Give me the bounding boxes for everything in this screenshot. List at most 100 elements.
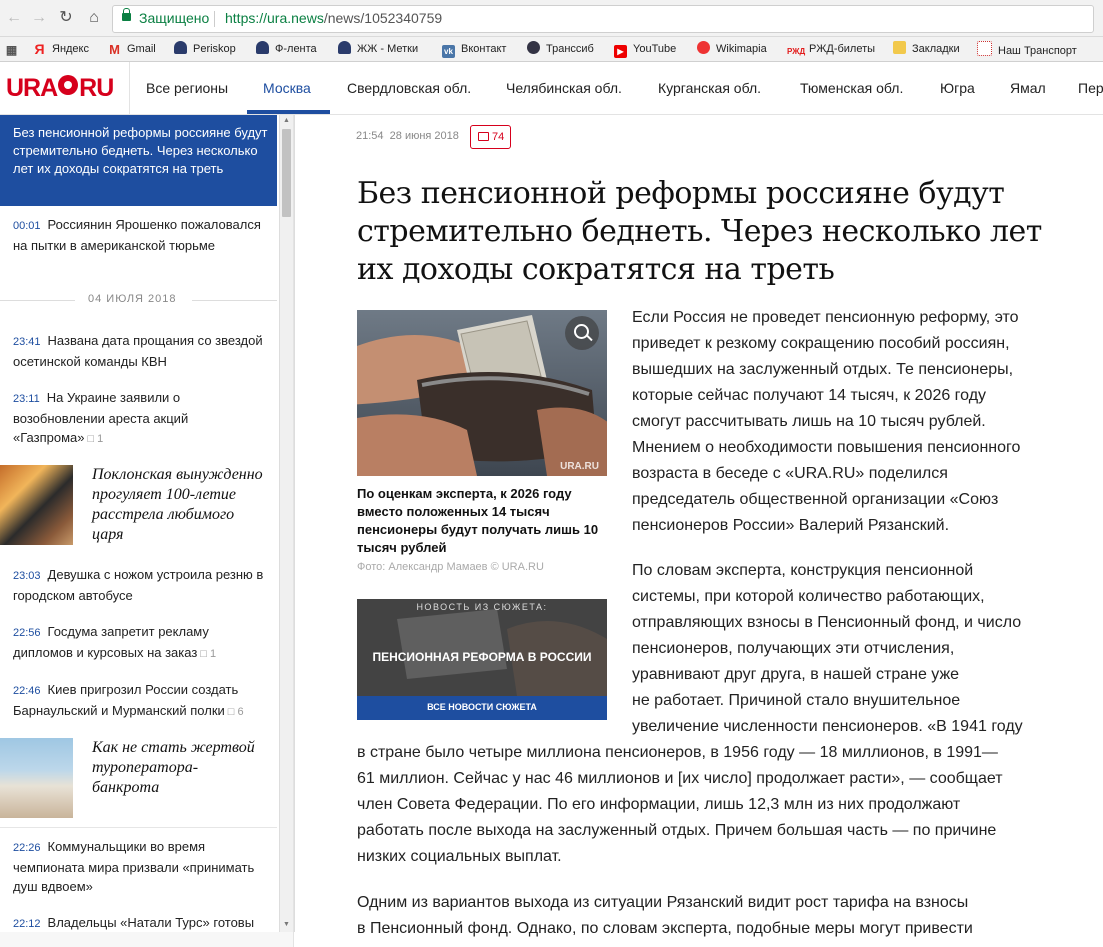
feature-image xyxy=(0,738,73,818)
paragraph-line: Если Россия не проведет пенсионную рефор… xyxy=(632,309,1019,326)
bookmark-gmail[interactable]: M Gmail xyxy=(108,41,156,57)
region-tab-yugra[interactable]: Югра xyxy=(940,80,975,96)
logo-divider xyxy=(129,62,130,114)
forward-icon[interactable]: → xyxy=(29,8,49,28)
feed-item-title: Госдума запретит рекламу дипломов и курс… xyxy=(13,624,209,660)
story-kicker: НОВОСТЬ ИЗ СЮЖЕТА: xyxy=(416,602,548,612)
all-story-news-link[interactable]: ВСЕ НОВОСТИ СЮЖЕТА xyxy=(357,696,607,720)
logo-ball-icon xyxy=(58,75,79,95)
scroll-down-icon[interactable]: ▼ xyxy=(283,921,290,928)
site-logo[interactable]: URA RU xyxy=(6,74,114,103)
region-tab-chelyabinsk[interactable]: Челябинская обл. xyxy=(506,80,622,96)
comments-count: 74 xyxy=(492,131,505,143)
region-tab-tyumen[interactable]: Тюменская обл. xyxy=(800,80,903,96)
wikimapia-icon xyxy=(697,41,710,54)
region-tab-moscow[interactable]: Москва xyxy=(263,80,311,96)
article-timestamp: 21:54 28 июня 2018 xyxy=(356,130,459,142)
bookmark-vk[interactable]: vk Вконтакт xyxy=(442,41,506,58)
scroll-up-icon[interactable]: ▲ xyxy=(283,117,290,124)
paragraph-line: приведет к резкому сокращению пособий ро… xyxy=(632,335,1010,352)
bookmark-rzd[interactable]: РЖД РЖД-билеты xyxy=(787,41,875,57)
bookmark-label: YouTube xyxy=(633,43,677,55)
reload-icon[interactable]: ↻ xyxy=(56,8,76,28)
bookmark-transsib[interactable]: Транссиб xyxy=(527,41,594,57)
region-tab-kurgan[interactable]: Курганская обл. xyxy=(658,80,761,96)
date-divider-label: 04 ИЮЛЯ 2018 xyxy=(88,293,177,305)
paragraph-line: пенсионеров, получающих эти отчисления, xyxy=(632,640,955,657)
paragraph-line: вышедших на заслуженный отдых. Те пенсио… xyxy=(632,361,1014,378)
paragraph-line: Одним из вариантов выхода из ситуации Ря… xyxy=(357,894,969,911)
article-date: 28 июня 2018 xyxy=(389,130,459,142)
back-icon[interactable]: ← xyxy=(4,8,24,28)
address-bar[interactable]: Защищено https://ura.news/news/105234075… xyxy=(112,5,1094,33)
rzd-icon: РЖД xyxy=(787,47,806,56)
bookmark-wikimapia[interactable]: Wikimapia xyxy=(697,41,767,57)
feed-item-comments: 1 xyxy=(97,433,104,445)
feed-item[interactable]: 22:56 Госдума запретит рекламу дипломов и… xyxy=(13,622,269,664)
paragraph-line: отправляющих взносы в Пенсионный фонд, и… xyxy=(632,614,1022,631)
feed-item-comments: 1 xyxy=(209,648,217,660)
feed-item[interactable]: 23:03 Девушка с ножом устроила резню в го… xyxy=(13,565,269,605)
paragraph-line: в стране было четыре миллиона пенсионеро… xyxy=(357,744,998,761)
bookmark-label: Яндекс xyxy=(52,43,89,55)
feed-item-title: Девушка с ножом устроила резню в городск… xyxy=(13,567,264,603)
feature-image xyxy=(0,465,73,545)
bookmark-zakladki[interactable]: Закладки xyxy=(893,41,960,57)
feed-item-time: 23:41 xyxy=(13,336,41,348)
feed-item-time: 22:56 xyxy=(13,627,41,639)
bookmark-lj[interactable]: ЖЖ - Метки xyxy=(338,41,418,57)
article-time: 21:54 xyxy=(356,130,384,142)
feed-item[interactable]: 00:01 Россиянин Ярошенко пожаловался на п… xyxy=(13,215,269,255)
region-tab-yamal[interactable]: Ямал xyxy=(1010,80,1046,96)
feed-item-time: 23:11 xyxy=(13,393,40,405)
comment-icon xyxy=(478,132,489,141)
bookmark-label: РЖД-билеты xyxy=(809,43,876,55)
feature-title: Как не стать жертвой туроператора-банкро… xyxy=(92,739,255,796)
bookmark-yandex[interactable]: Я Яндекс xyxy=(33,41,89,57)
feed-item-time: 22:46 xyxy=(13,685,41,697)
article-paragraph-2-continued: в стране было четыре миллиона пенсионеро… xyxy=(357,740,1003,870)
story-promo-block[interactable]: НОВОСТЬ ИЗ СЮЖЕТА: ПЕНСИОННАЯ РЕФОРМА В … xyxy=(357,599,607,720)
photo-credit: Фото: Александр Мамаев © URA.RU xyxy=(357,561,544,573)
omnibox-separator xyxy=(214,11,215,27)
url-path: /news/1052340759 xyxy=(323,10,443,26)
paragraph-line: председатель общественной организации «С… xyxy=(632,491,999,508)
bookmark-flenta[interactable]: Ф-лента xyxy=(256,41,317,57)
feed-item-title: Россиянин Ярошенко пожаловался на пытки … xyxy=(13,217,261,253)
region-tab-all[interactable]: Все регионы xyxy=(146,80,228,96)
feed-item[interactable]: 22:12 Владельцы «Натали Турс» готовы xyxy=(13,913,269,934)
yandex-icon: Я xyxy=(34,41,45,57)
home-icon[interactable]: ⌂ xyxy=(84,8,104,28)
folder-icon xyxy=(893,41,906,54)
bookmark-periskop[interactable]: Periskop xyxy=(174,41,236,57)
youtube-icon: ▶ xyxy=(614,45,627,58)
feed-item[interactable]: 22:26 Коммунальщики во время чемпионата м… xyxy=(13,837,269,896)
feed-item[interactable]: 23:41 Названа дата прощания со звездой ос… xyxy=(13,331,269,371)
comments-button[interactable]: 74 xyxy=(470,125,511,149)
horizontal-scroll-area xyxy=(0,932,293,947)
region-tab-more[interactable]: Пер xyxy=(1078,80,1103,96)
all-story-news-label: ВСЕ НОВОСТИ СЮЖЕТА xyxy=(427,702,537,712)
bookmark-apps[interactable]: ▦ xyxy=(5,41,24,57)
bookmark-youtube[interactable]: ▶ YouTube xyxy=(614,41,677,58)
photo-caption: По оценкам эксперта, к 2026 году вместо … xyxy=(357,486,599,555)
browser-toolbar: ← → ↻ ⌂ Защищено https://ura.news/news/1… xyxy=(0,0,1103,37)
article-paragraph-2: По словам эксперта, конструкция пенсионн… xyxy=(632,558,1023,740)
bookmark-label: Транссиб xyxy=(546,43,594,55)
feed-item[interactable]: 23:11 На Украине заявили о возобновлении … xyxy=(13,388,269,449)
bookmark-nash-transport[interactable]: Наш Транспорт xyxy=(977,41,1077,57)
url-text[interactable]: https://ura.news/news/1052340759 xyxy=(225,10,442,26)
scrollbar-thumb[interactable] xyxy=(282,129,291,217)
article-photo[interactable]: URA.RU xyxy=(357,310,607,476)
region-tab-sverdlovsk[interactable]: Свердловская обл. xyxy=(347,80,471,96)
user-icon xyxy=(174,41,187,54)
bookmark-label: Наш Транспорт xyxy=(998,45,1077,57)
zoom-icon[interactable] xyxy=(565,316,599,350)
feed-item[interactable]: 22:46 Киев пригрозил России создать Барна… xyxy=(13,680,269,722)
comment-icon: □ xyxy=(87,433,95,445)
feature-title: Поклонская вынужденно прогуляет 100-лети… xyxy=(92,466,263,543)
story-title: ПЕНСИОННАЯ РЕФОРМА В РОССИИ xyxy=(372,650,592,664)
paragraph-line: которые сейчас получают 14 тысяч, к 2026… xyxy=(632,387,987,404)
bookmark-label: ЖЖ - Метки xyxy=(357,43,419,55)
feed-item-active[interactable]: Без пенсионной реформы россияне будут ст… xyxy=(0,115,277,206)
